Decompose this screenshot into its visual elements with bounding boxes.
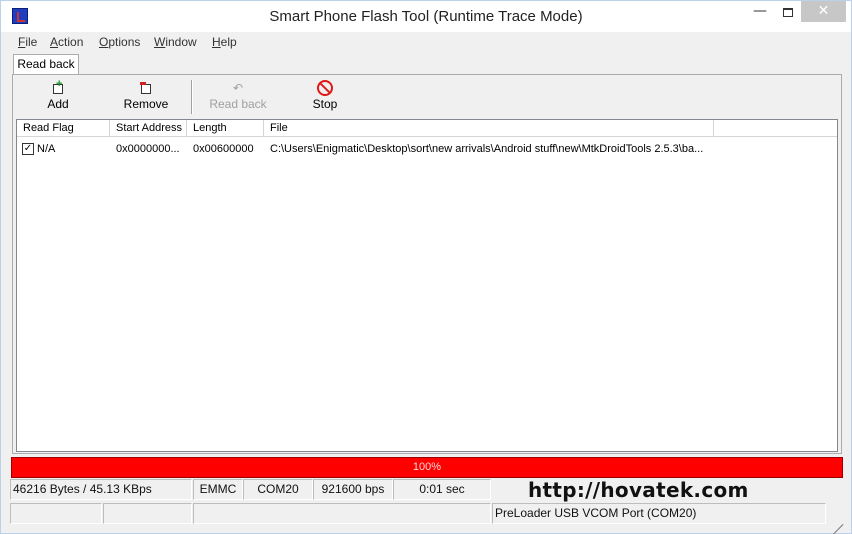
read-back-list[interactable]: Read Flag Start Address Length File ✓ N/… xyxy=(16,119,838,452)
progress-text: 100% xyxy=(412,461,442,473)
remove-button[interactable]: Remove xyxy=(120,80,172,116)
read-back-button[interactable]: ↶ Read back xyxy=(208,80,268,116)
table-row[interactable]: ✓ N/A 0x0000000... 0x00600000 C:\Users\E… xyxy=(17,140,837,158)
tab-strip: Read back xyxy=(12,53,842,75)
menu-file[interactable]: File xyxy=(18,35,37,49)
status-transfer-rate: 46216 Bytes / 45.13 KBps xyxy=(10,479,192,500)
window-title: Smart Phone Flash Tool (Runtime Trace Mo… xyxy=(269,8,583,25)
remove-icon xyxy=(140,80,152,96)
toolbar: + Add Remove ↶ Read back Stop xyxy=(14,76,840,118)
minimize-button[interactable]: — xyxy=(747,3,773,27)
start-address-cell: 0x0000000... xyxy=(116,143,180,155)
status-elapsed-time: 0:01 sec xyxy=(393,479,491,500)
resize-grip-icon[interactable] xyxy=(827,511,844,534)
status-cell-empty-1 xyxy=(10,503,102,524)
menu-action[interactable]: Action xyxy=(50,35,83,49)
tab-read-back[interactable]: Read back xyxy=(13,54,79,75)
stop-icon xyxy=(317,80,333,96)
status-cell-empty-3 xyxy=(193,503,491,524)
maximize-button[interactable] xyxy=(775,1,801,25)
read-flag-checkbox[interactable]: ✓ xyxy=(22,143,34,155)
length-cell: 0x00600000 xyxy=(193,143,254,155)
menu-window[interactable]: Window xyxy=(154,35,197,49)
add-icon: + xyxy=(52,79,64,96)
menu-help[interactable]: Help xyxy=(212,35,237,49)
read-flag-cell: N/A xyxy=(37,143,56,155)
undo-arrow-icon: ↶ xyxy=(232,81,244,95)
menu-options[interactable]: Options xyxy=(99,35,140,49)
status-baud-rate: 921600 bps xyxy=(313,479,393,500)
column-length[interactable]: Length xyxy=(187,120,264,137)
stop-button[interactable]: Stop xyxy=(306,80,344,116)
watermark-url: http://hovatek.com xyxy=(528,478,749,502)
read-back-panel: + Add Remove ↶ Read back Stop Read Flag … xyxy=(12,74,842,454)
progress-bar: 100% xyxy=(11,457,843,478)
status-com-port: COM20 xyxy=(243,479,313,500)
status-device-port: PreLoader USB VCOM Port (COM20) xyxy=(492,503,826,524)
status-storage-type: EMMC xyxy=(193,479,243,500)
column-file[interactable]: File xyxy=(264,120,714,137)
flash-tool-window: Smart Phone Flash Tool (Runtime Trace Mo… xyxy=(0,0,852,534)
list-header: Read Flag Start Address Length File xyxy=(17,120,837,137)
column-start-address[interactable]: Start Address xyxy=(110,120,187,137)
toolbar-separator xyxy=(191,80,193,114)
column-filler xyxy=(714,120,837,137)
title-bar[interactable]: Smart Phone Flash Tool (Runtime Trace Mo… xyxy=(1,1,851,32)
column-read-flag[interactable]: Read Flag xyxy=(17,120,110,137)
file-path-cell: C:\Users\Enigmatic\Desktop\sort\new arri… xyxy=(270,143,704,155)
close-button[interactable]: ✕ xyxy=(801,1,846,22)
add-button[interactable]: + Add xyxy=(38,79,78,116)
menu-bar: File Action Options Window Help xyxy=(2,32,851,53)
status-cell-empty-2 xyxy=(103,503,192,524)
maximize-icon xyxy=(783,8,793,17)
